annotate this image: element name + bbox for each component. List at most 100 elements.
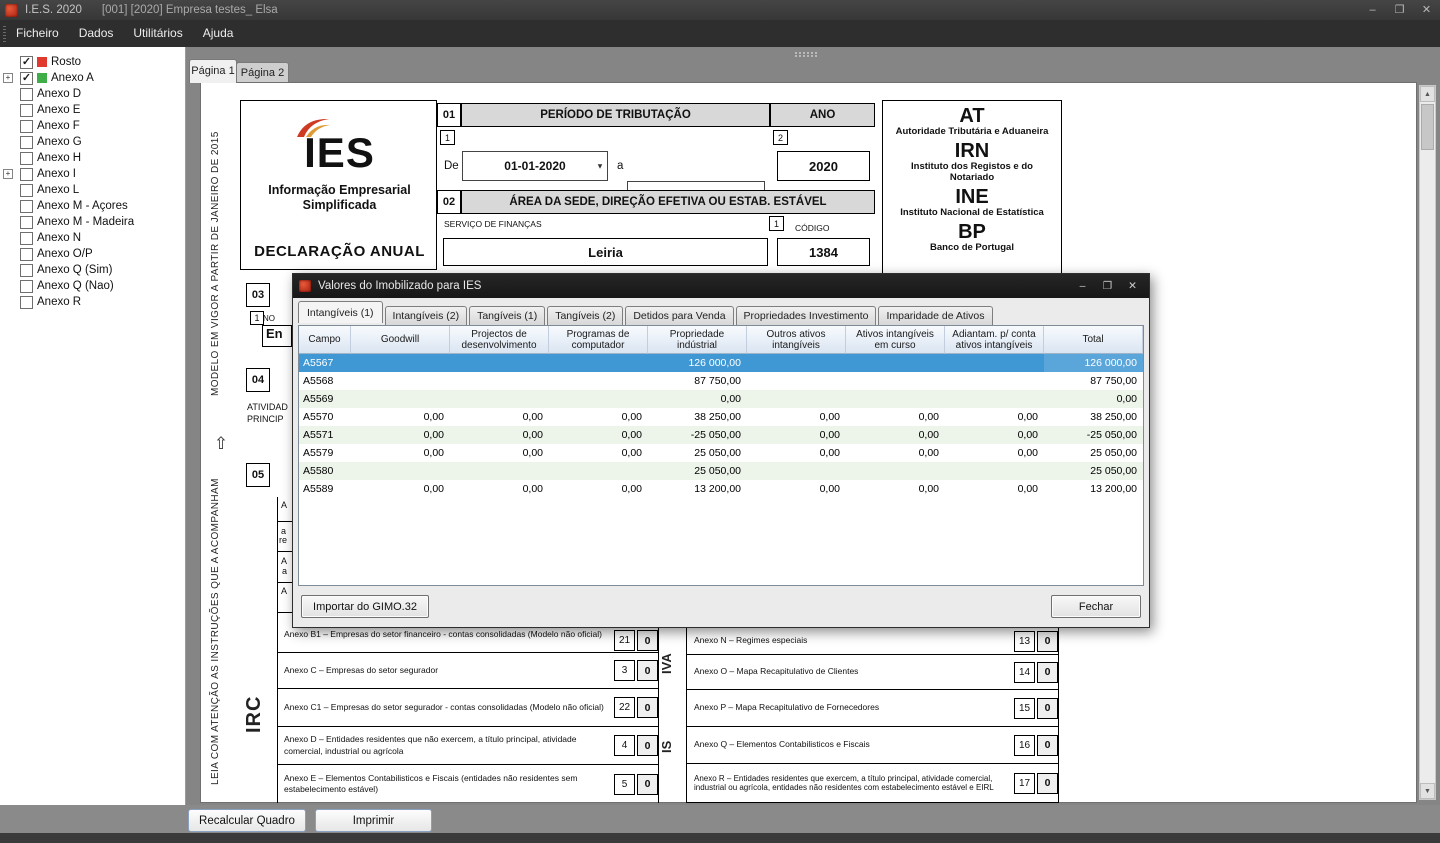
- date-from-value: 01-01-2020: [504, 159, 565, 173]
- annex-value[interactable]: 0: [637, 630, 658, 651]
- tree-checkbox[interactable]: [20, 264, 33, 277]
- grid-row[interactable]: A55710,000,000,00-25 050,000,000,000,00-…: [299, 426, 1143, 444]
- tree-item[interactable]: + Anexo E: [0, 102, 185, 118]
- recalcular-quadro-button[interactable]: Recalcular Quadro: [188, 809, 306, 832]
- menu-item[interactable]: Utilitários: [123, 20, 192, 47]
- codigo-label: CÓDIGO: [795, 223, 829, 233]
- vertical-scrollbar[interactable]: ▲ ▼: [1419, 85, 1436, 800]
- tree-item[interactable]: + ✓ Anexo A: [0, 70, 185, 86]
- tree-item[interactable]: + Anexo L: [0, 182, 185, 198]
- dialog-maximize-icon[interactable]: ❐: [1095, 274, 1120, 298]
- tree-checkbox[interactable]: [20, 200, 33, 213]
- tree-checkbox[interactable]: [20, 168, 33, 181]
- tree-checkbox[interactable]: [20, 184, 33, 197]
- tree-item[interactable]: + Anexo O/P: [0, 246, 185, 262]
- dialog-tab[interactable]: Propriedades Investimento: [736, 306, 877, 325]
- tree-item[interactable]: + Anexo Q (Nao): [0, 278, 185, 294]
- annex-value[interactable]: 0: [637, 697, 658, 718]
- tree-checkbox[interactable]: [20, 280, 33, 293]
- annex-label: Anexo O – Mapa Recapitulativo de Cliente…: [687, 666, 1012, 677]
- tree-checkbox[interactable]: [20, 216, 33, 229]
- annex-value[interactable]: 0: [1037, 631, 1058, 652]
- tree-item[interactable]: + Anexo M - Madeira: [0, 214, 185, 230]
- grid-row[interactable]: A558025 050,0025 050,00: [299, 462, 1143, 480]
- annex-value[interactable]: 0: [637, 774, 658, 795]
- menu-item[interactable]: Dados: [69, 20, 124, 47]
- dialog-tab[interactable]: Tangíveis (1): [469, 306, 545, 325]
- scrollbar-thumb[interactable]: [1421, 104, 1434, 150]
- value-cell: 0,00: [450, 480, 549, 498]
- grid-row[interactable]: A55700,000,000,0038 250,000,000,000,0038…: [299, 408, 1143, 426]
- tree-item-label: Anexo E: [37, 104, 80, 116]
- close-icon[interactable]: ✕: [1413, 0, 1440, 20]
- value-cell: [846, 372, 945, 390]
- tree-item[interactable]: + Anexo I: [0, 166, 185, 182]
- servico-financas-field[interactable]: Leiria: [443, 238, 768, 266]
- year-field[interactable]: 2020: [777, 151, 870, 181]
- bottom-strip: [0, 833, 1440, 843]
- tree-item[interactable]: + Anexo N: [0, 230, 185, 246]
- menu-item[interactable]: Ajuda: [193, 20, 244, 47]
- grid-row[interactable]: A55690,000,00: [299, 390, 1143, 408]
- tree-checkbox[interactable]: ✓: [20, 72, 33, 85]
- tree-item[interactable]: + Anexo D: [0, 86, 185, 102]
- annex-value[interactable]: 0: [1037, 662, 1058, 683]
- import-gimo-button[interactable]: Importar do GIMO.32: [301, 595, 429, 618]
- tree-checkbox[interactable]: [20, 152, 33, 165]
- tab-pagina-1[interactable]: Página 1: [189, 59, 237, 83]
- value-cell: 0,00: [648, 390, 747, 408]
- tree-item[interactable]: + Anexo F: [0, 118, 185, 134]
- tree-item[interactable]: + Anexo R: [0, 294, 185, 310]
- value-cell: 0,00: [846, 408, 945, 426]
- tree-item[interactable]: + Anexo H: [0, 150, 185, 166]
- q03-label-fragment: NO: [263, 314, 275, 323]
- imprimir-button[interactable]: Imprimir: [315, 809, 432, 832]
- codigo-field[interactable]: 1384: [777, 238, 870, 266]
- drag-grip-icon[interactable]: [795, 55, 817, 57]
- tree-checkbox[interactable]: [20, 104, 33, 117]
- tree-checkbox[interactable]: ✓: [20, 56, 33, 69]
- menu-item[interactable]: Ficheiro: [6, 20, 69, 47]
- dialog-minimize-icon[interactable]: –: [1070, 274, 1095, 298]
- tree-checkbox[interactable]: [20, 248, 33, 261]
- tree-item[interactable]: + Anexo G: [0, 134, 185, 150]
- minimize-icon[interactable]: –: [1359, 0, 1386, 20]
- date-from-dropdown[interactable]: 01-01-2020 ▾: [462, 151, 608, 181]
- dialog-tab[interactable]: Tangíveis (2): [547, 306, 623, 325]
- grid-row[interactable]: A556887 750,0087 750,00: [299, 372, 1143, 390]
- annex-value[interactable]: 0: [1037, 773, 1058, 794]
- dialog-tab[interactable]: Imparidade de Ativos: [878, 306, 992, 325]
- expand-plus-icon[interactable]: +: [3, 73, 13, 83]
- column-header: Ativos intangíveis em curso: [846, 326, 945, 354]
- tab-pagina-2[interactable]: Página 2: [236, 62, 289, 83]
- dialog-tab[interactable]: Detidos para Venda: [625, 306, 733, 325]
- grid-row[interactable]: A5567126 000,00126 000,00: [299, 354, 1143, 372]
- tree-checkbox[interactable]: [20, 88, 33, 101]
- dialog-close-icon[interactable]: ✕: [1120, 274, 1145, 298]
- scroll-down-icon[interactable]: ▼: [1420, 783, 1435, 799]
- drag-grip-icon[interactable]: [795, 52, 817, 54]
- tree-item-label: Anexo D: [37, 88, 81, 100]
- grid-row[interactable]: A55890,000,000,0013 200,000,000,000,0013…: [299, 480, 1143, 498]
- expand-plus-icon[interactable]: +: [3, 169, 13, 179]
- tree-item[interactable]: + Anexo Q (Sim): [0, 262, 185, 278]
- q03-entity-field[interactable]: En: [262, 325, 292, 347]
- tree-checkbox[interactable]: [20, 136, 33, 149]
- grid-row[interactable]: A55790,000,000,0025 050,000,000,000,0025…: [299, 444, 1143, 462]
- scroll-up-icon[interactable]: ▲: [1420, 86, 1435, 102]
- tree-checkbox[interactable]: [20, 296, 33, 309]
- annex-value[interactable]: 0: [637, 660, 658, 681]
- dialog-tab[interactable]: Intangíveis (2): [385, 306, 468, 325]
- fechar-button[interactable]: Fechar: [1051, 595, 1141, 618]
- tree-checkbox[interactable]: [20, 120, 33, 133]
- dialog-titlebar[interactable]: Valores do Imobilizado para IES – ❐ ✕: [293, 274, 1149, 298]
- tree-item[interactable]: + ✓ Rosto: [0, 54, 185, 70]
- tree-item[interactable]: + Anexo M - Açores: [0, 198, 185, 214]
- annex-value[interactable]: 0: [1037, 735, 1058, 756]
- annex-value[interactable]: 0: [637, 735, 658, 756]
- dialog-tab[interactable]: Intangíveis (1): [298, 301, 383, 323]
- iva-section-label: IVA: [659, 628, 686, 700]
- annex-value[interactable]: 0: [1037, 698, 1058, 719]
- maximize-icon[interactable]: ❐: [1386, 0, 1413, 20]
- tree-checkbox[interactable]: [20, 232, 33, 245]
